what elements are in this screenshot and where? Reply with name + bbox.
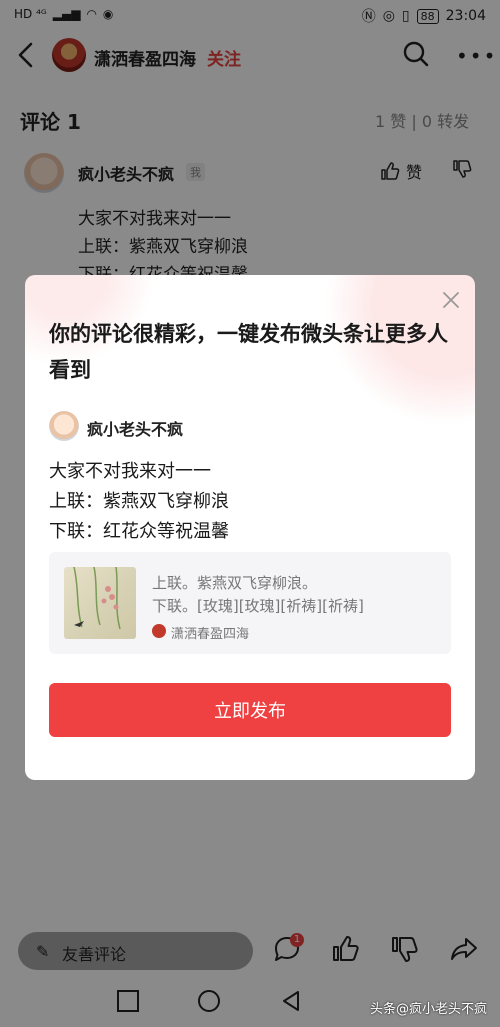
quoted-post-line: 上联。紫燕双飞穿柳浪。	[152, 574, 318, 592]
source-avatar	[152, 624, 166, 638]
watermark: 头条@疯小老头不疯	[370, 1002, 488, 1017]
dialog-comment-line: 大家不对我来对一一	[49, 461, 211, 482]
quoted-post-source: 潇洒春盈四海	[171, 627, 250, 642]
dialog-user-avatar	[49, 411, 79, 441]
willow-painting-image	[73, 567, 121, 630]
dialog-user-name: 疯小老头不疯	[87, 420, 184, 439]
dialog-title: 你的评论很精彩，一键发布微头条让更多人看到	[49, 322, 448, 382]
quoted-post-card[interactable]: 上联。紫燕双飞穿柳浪。 下联。[玫瑰][玫瑰][祈祷][祈祷] 潇洒春盈四海	[49, 552, 451, 654]
quoted-post-thumbnail	[64, 567, 136, 639]
close-icon[interactable]	[439, 288, 463, 312]
publish-dialog: 你的评论很精彩，一键发布微头条让更多人看到 疯小老头不疯 大家不对我来对一一 上…	[25, 275, 475, 780]
dialog-comment-line: 上联：紫燕双飞穿柳浪	[49, 491, 229, 512]
quoted-post-line: 下联。[玫瑰][玫瑰][祈祷][祈祷]	[152, 597, 364, 615]
dialog-comment-line: 下联：红花众等祝温馨	[49, 521, 229, 542]
publish-button[interactable]: 立即发布	[49, 683, 451, 737]
